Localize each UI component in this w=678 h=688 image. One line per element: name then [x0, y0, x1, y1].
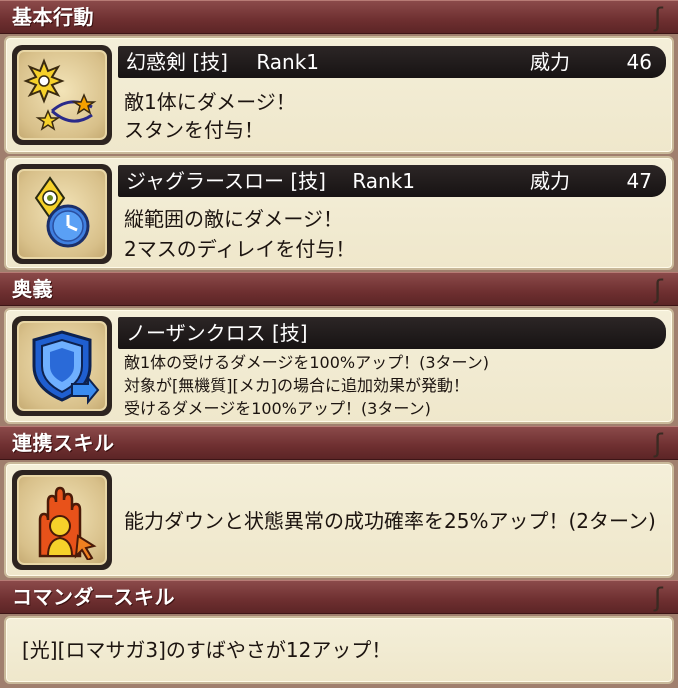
shield-down-icon	[17, 321, 107, 411]
scroll-curl-icon: ʃ	[654, 3, 664, 33]
description-line: 敵1体の受けるダメージを100%アップ！(3ターン)	[124, 353, 489, 372]
power-value: 47	[626, 169, 652, 193]
skill-name: ノーザンクロス [技]	[126, 321, 308, 345]
section-header-renkei: 連携スキル ʃ	[0, 426, 678, 460]
section-header-basic: 基本行動 ʃ	[0, 0, 678, 34]
clock-delay-icon	[17, 169, 107, 259]
description-line: スタンを付与！	[124, 118, 264, 142]
skill-description: 能力ダウンと状態異常の成功確率を25%アップ！(2ターン)	[124, 508, 656, 534]
skill-description: 敵1体にダメージ！ スタンを付与！	[124, 88, 296, 144]
skill-title-bar: 幻惑剣 [技] Rank1 威力 46	[118, 46, 666, 78]
skill-title-bar: ジャグラースロー [技] Rank1 威力 47	[118, 165, 666, 197]
skill-panel: 基本行動 ʃ 幻惑剣 [技] Rank1 威力 46 敵1体にダメージ！ スタン…	[0, 0, 678, 688]
description-line: 能力ダウンと状態異常の成功確率を25%アップ！(2ターン)	[124, 509, 656, 533]
section-title: 連携スキル	[12, 431, 115, 455]
ougi-card[interactable]: ノーザンクロス [技] 敵1体の受けるダメージを100%アップ！(3ターン) 対…	[4, 308, 674, 424]
skill-title-bar: ノーザンクロス [技]	[118, 317, 666, 349]
skill-card-1[interactable]: 幻惑剣 [技] Rank1 威力 46 敵1体にダメージ！ スタンを付与！	[4, 36, 674, 154]
section-title: 基本行動	[12, 5, 94, 29]
section-header-commander: コマンダースキル ʃ	[0, 580, 678, 614]
skill-description: 縦範囲の敵にダメージ！ 2マスのディレイを付与！	[124, 204, 355, 264]
section-title: コマンダースキル	[12, 585, 175, 609]
skill-icon-frame	[12, 470, 112, 570]
skill-icon-frame	[12, 164, 112, 264]
commander-card[interactable]: [光][ロマサガ3]のすばやさが12アップ！	[4, 616, 674, 684]
skill-description: 敵1体の受けるダメージを100%アップ！(3ターン) 対象が[無機質][メカ]の…	[124, 351, 489, 420]
skill-rank: Rank1	[256, 50, 320, 74]
skill-card-2[interactable]: ジャグラースロー [技] Rank1 威力 47 縦範囲の敵にダメージ！ 2マス…	[4, 156, 674, 270]
skill-icon-frame	[12, 45, 112, 145]
description-line: 受けるダメージを100%アップ！(3ターン)	[124, 399, 431, 418]
skill-rank: Rank1	[352, 169, 416, 193]
description-line: 敵1体にダメージ！	[124, 90, 296, 114]
section-title: 奥義	[12, 277, 53, 301]
commander-description: [光][ロマサガ3]のすばやさが12アップ！	[22, 638, 392, 662]
renkei-card[interactable]: 能力ダウンと状態異常の成功確率を25%アップ！(2ターン)	[4, 462, 674, 578]
power-value: 46	[626, 50, 652, 74]
skill-icon-frame	[12, 316, 112, 416]
stars-stun-icon	[17, 50, 107, 140]
scroll-curl-icon: ʃ	[654, 429, 664, 459]
hand-up-icon	[17, 475, 107, 565]
scroll-curl-icon: ʃ	[654, 275, 664, 305]
description-line: 対象が[無機質][メカ]の場合に追加効果が発動！	[124, 376, 469, 395]
section-header-ougi: 奥義 ʃ	[0, 272, 678, 306]
scroll-curl-icon: ʃ	[654, 583, 664, 613]
skill-name: ジャグラースロー [技]	[126, 169, 326, 193]
power-label: 威力	[530, 50, 570, 74]
power-label: 威力	[530, 169, 570, 193]
skill-name: 幻惑剣 [技]	[126, 50, 228, 74]
description-line: 縦範囲の敵にダメージ！	[124, 207, 343, 231]
description-line: 2マスのディレイを付与！	[124, 237, 356, 261]
